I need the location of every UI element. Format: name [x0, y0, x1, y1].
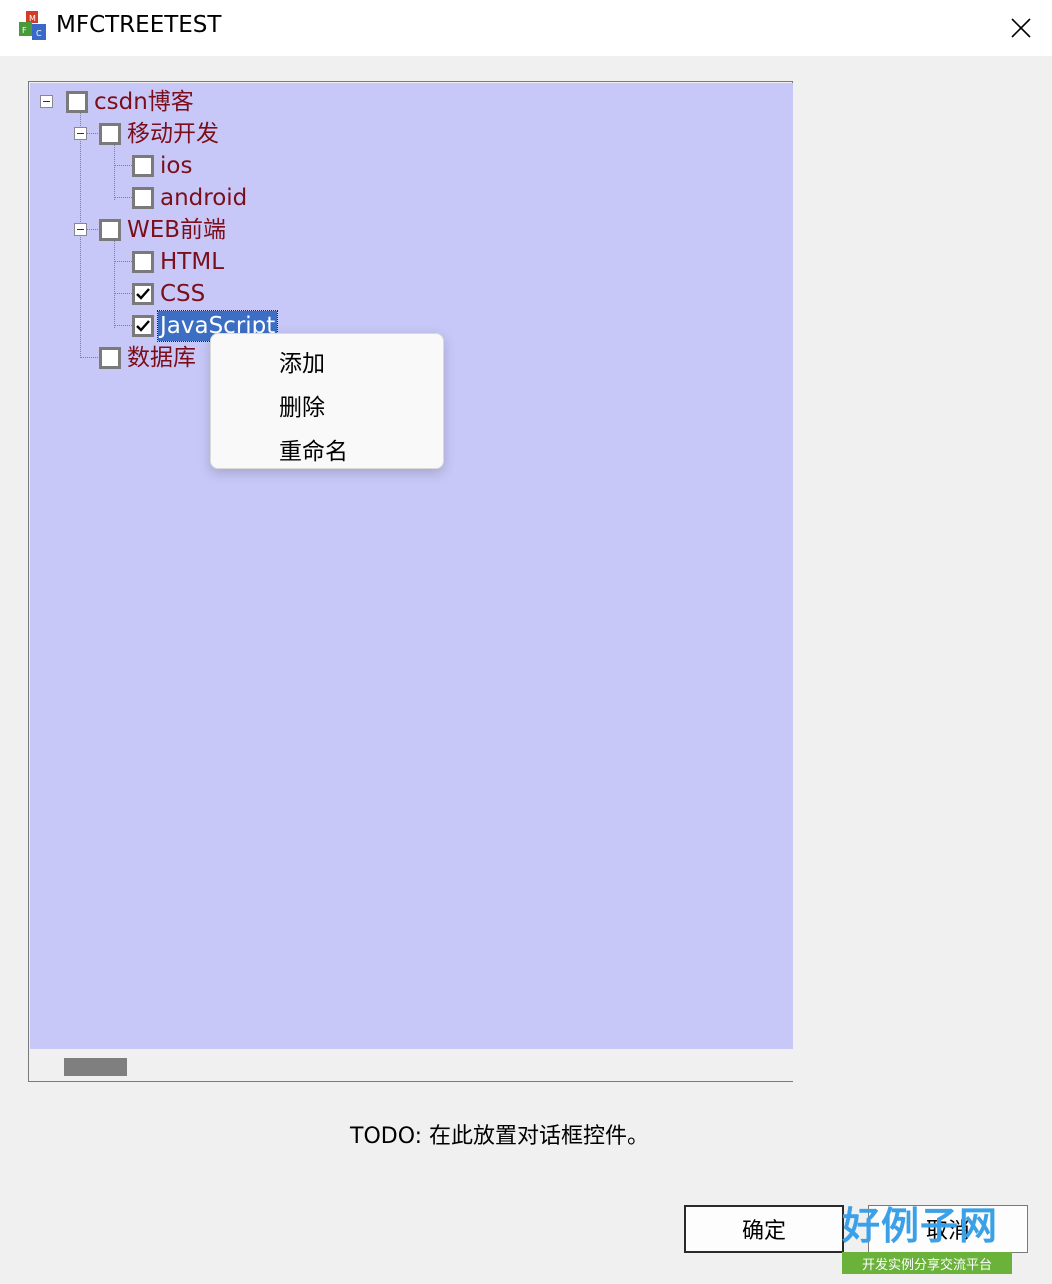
svg-text:C: C — [36, 29, 42, 38]
scrollbar-thumb[interactable] — [64, 1058, 127, 1076]
tree-item-label: 移动开发 — [127, 121, 219, 147]
close-button[interactable] — [990, 0, 1052, 56]
collapse-toggle-mobile[interactable] — [74, 127, 87, 140]
collapse-toggle-csdn[interactable] — [40, 95, 53, 108]
ok-button[interactable]: 确定 — [684, 1205, 844, 1253]
checkbox[interactable] — [132, 187, 154, 209]
checkmark-icon — [136, 288, 150, 300]
tree-item-label: android — [160, 185, 248, 211]
close-icon — [1011, 18, 1031, 38]
collapse-toggle-web[interactable] — [74, 223, 87, 236]
tree-item-web[interactable]: WEB前端 — [99, 214, 228, 246]
tree-item-android[interactable]: android — [132, 182, 249, 214]
tree-control[interactable]: csdn博客 移动开发 ios android WEB前端 HTML CSS J… — [28, 81, 793, 1082]
brand-watermark-logo: 好例子网 开发实例分享交流平台 — [842, 1204, 1014, 1276]
menu-item-rename[interactable]: 重命名 — [279, 432, 348, 466]
checkbox[interactable] — [99, 219, 121, 241]
checkbox[interactable] — [132, 251, 154, 273]
checkmark-icon — [136, 320, 150, 332]
checkbox-checked[interactable] — [132, 315, 154, 337]
tree-item-css[interactable]: CSS — [132, 278, 207, 310]
checkbox[interactable] — [132, 155, 154, 177]
horizontal-scrollbar[interactable] — [30, 1049, 793, 1081]
tree-item-mobile-dev[interactable]: 移动开发 — [99, 118, 221, 150]
checkbox[interactable] — [66, 91, 88, 113]
tree-item-csdn[interactable]: csdn博客 — [66, 86, 196, 118]
tree-item-database[interactable]: 数据库 — [99, 342, 198, 374]
tree-item-label: WEB前端 — [127, 217, 227, 243]
todo-label: TODO: 在此放置对话框控件。 — [350, 1124, 650, 1149]
svg-text:M: M — [29, 14, 36, 23]
menu-item-add[interactable]: 添加 — [279, 344, 325, 378]
mfc-app-icon: M F C — [19, 11, 46, 40]
window-title: MFCTREETEST — [56, 12, 222, 38]
tree-item-label: HTML — [160, 249, 225, 275]
svg-text:F: F — [22, 26, 27, 35]
tree-item-label: ios — [160, 153, 193, 179]
context-menu: 添加 删除 重命名 — [210, 333, 444, 469]
tree-item-label: 数据库 — [127, 345, 196, 371]
tree-item-label: CSS — [160, 281, 206, 307]
checkbox[interactable] — [99, 347, 121, 369]
tree-item-ios[interactable]: ios — [132, 150, 194, 182]
menu-item-delete[interactable]: 删除 — [279, 388, 325, 422]
title-bar: M F C MFCTREETEST — [0, 0, 1052, 56]
checkbox[interactable] — [99, 123, 121, 145]
checkbox-checked[interactable] — [132, 283, 154, 305]
tree-item-label: csdn博客 — [94, 89, 194, 115]
tree-item-html[interactable]: HTML — [132, 246, 226, 278]
tree-view[interactable]: csdn博客 移动开发 ios android WEB前端 HTML CSS J… — [30, 83, 793, 1049]
brand-tagline: 开发实例分享交流平台 — [842, 1252, 1012, 1274]
brand-name: 好例子网 — [842, 1204, 999, 1248]
